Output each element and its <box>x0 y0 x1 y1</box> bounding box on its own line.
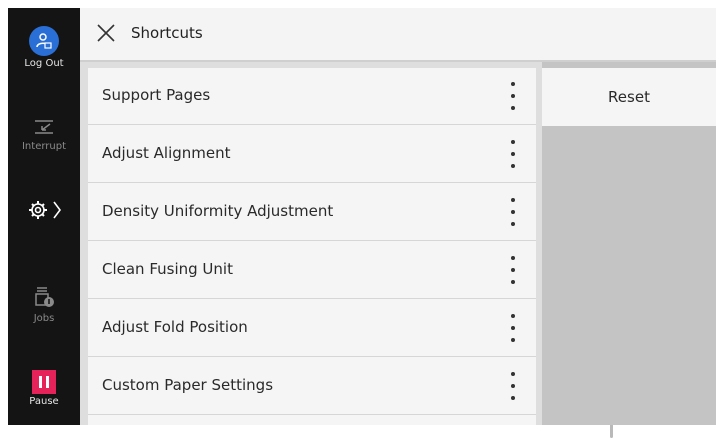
interrupt-label: Interrupt <box>21 141 66 152</box>
list-item[interactable]: Clean Fusing Unit <box>88 242 536 299</box>
right-panel: Reset <box>542 62 716 425</box>
pause-button[interactable]: Pause <box>8 370 80 407</box>
more-options-icon[interactable] <box>510 256 516 284</box>
pause-label: Pause <box>29 396 59 407</box>
shortcut-list: Support Pages Adjust Alignment Density U… <box>88 68 536 425</box>
jobs-button[interactable]: Jobs <box>8 286 80 324</box>
more-options-icon[interactable] <box>510 140 516 168</box>
list-item[interactable]: Custom Paper Settings <box>88 358 536 415</box>
interrupt-button[interactable]: Interrupt <box>8 118 80 152</box>
settings-button[interactable] <box>8 198 80 227</box>
list-item[interactable]: Adjust Alignment <box>88 126 536 183</box>
sidebar: Log Out Interrupt Jobs Pause <box>8 8 80 425</box>
reset-button[interactable]: Reset <box>542 68 716 126</box>
jobs-icon <box>8 286 80 311</box>
list-item-label: Clean Fusing Unit <box>102 260 233 278</box>
more-options-icon[interactable] <box>510 82 516 110</box>
header-bar: Shortcuts <box>80 8 716 62</box>
close-icon[interactable] <box>95 22 117 44</box>
more-options-icon[interactable] <box>510 314 516 342</box>
logout-label: Log Out <box>24 58 64 69</box>
user-logout-icon <box>29 26 59 56</box>
more-options-icon[interactable] <box>510 372 516 400</box>
gear-icon <box>29 201 61 219</box>
more-options-icon[interactable] <box>510 198 516 226</box>
list-item-label: Custom Paper Settings <box>102 376 274 394</box>
pause-icon <box>32 370 56 394</box>
logout-button[interactable]: Log Out <box>8 26 80 69</box>
shortcut-list-container: Support Pages Adjust Alignment Density U… <box>80 62 613 438</box>
list-item[interactable]: Density Uniformity Adjustment <box>88 184 536 241</box>
list-item[interactable]: Adjust Fold Position <box>88 300 536 357</box>
interrupt-icon <box>8 118 80 139</box>
list-item-label: Density Uniformity Adjustment <box>102 202 334 220</box>
list-item-label: Adjust Alignment <box>102 144 231 162</box>
jobs-label: Jobs <box>33 313 55 324</box>
list-item-label: Support Pages <box>102 86 211 104</box>
list-item-label: Adjust Fold Position <box>102 318 248 336</box>
list-item[interactable]: Support Pages <box>88 68 536 125</box>
page-title: Shortcuts <box>131 24 203 42</box>
